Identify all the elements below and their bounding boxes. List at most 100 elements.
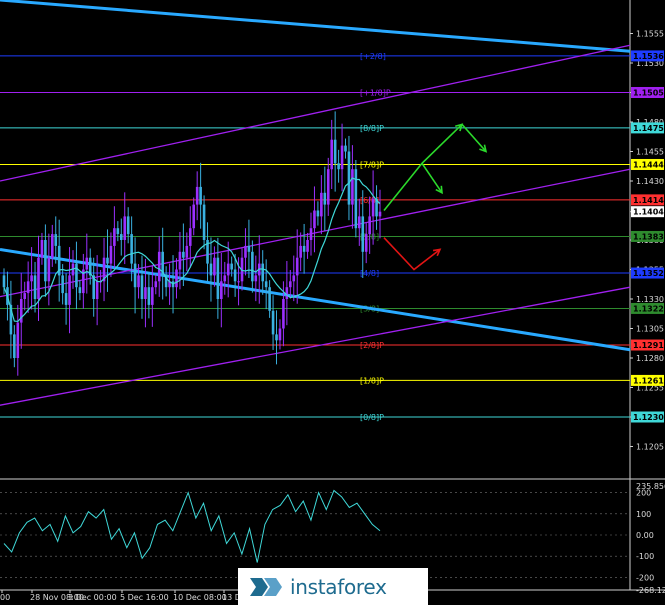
candle-body	[75, 263, 78, 288]
candle-body	[306, 240, 309, 252]
candle-body	[302, 245, 306, 252]
candle-body	[50, 234, 54, 258]
candle-body	[85, 257, 89, 270]
candle-body	[175, 269, 178, 288]
candle-body	[116, 228, 120, 235]
oscillator-tick-label: 200	[636, 489, 651, 498]
candle-body	[358, 216, 361, 229]
candle-body	[309, 228, 313, 240]
price-badge-text: 1.1291	[633, 341, 664, 350]
candle-body	[330, 139, 334, 170]
candle-body	[285, 287, 289, 299]
oscillator-tick-label: 100	[636, 510, 651, 519]
oscillator-tick-label: 0.00	[636, 531, 654, 540]
candle-body	[213, 257, 216, 276]
instaforex-logo-wordmark: instaforex	[290, 574, 387, 599]
time-tick-label: 3 Dec 00:00	[68, 593, 117, 602]
candle-body	[378, 211, 382, 217]
candle-body	[109, 245, 113, 264]
price-badge-text: 1.1230	[633, 413, 664, 422]
candle-body	[313, 210, 316, 229]
price-tick-label: 1.1305	[636, 325, 664, 334]
candle-body	[54, 234, 58, 246]
price-badge-text: 1.1414	[633, 196, 664, 205]
candle-body	[347, 151, 351, 205]
candle-body	[154, 281, 158, 288]
candle-body	[64, 293, 68, 305]
candle-body	[368, 216, 371, 235]
candle-body	[326, 169, 330, 205]
candle-body	[40, 240, 44, 258]
candle-body	[151, 287, 154, 305]
candle-body	[113, 228, 116, 246]
murrey-level-label: [2/8]P	[360, 341, 384, 350]
candle-body	[282, 299, 285, 329]
candle-body	[126, 216, 130, 235]
candle-body	[230, 263, 233, 270]
candle-body	[78, 287, 82, 294]
time-tick-label: 5 Dec 16:00	[120, 593, 169, 602]
candle-body	[123, 216, 127, 240]
candle-body	[292, 275, 296, 282]
murrey-level-label: [1/8]P	[360, 376, 384, 385]
candle-body	[188, 228, 192, 246]
candle-body	[251, 251, 254, 282]
price-badge-text: 1.1352	[633, 269, 664, 278]
candle-body	[13, 334, 16, 358]
candle-body	[295, 257, 299, 276]
oscillator-tick-label: -200	[636, 573, 654, 582]
candle-body	[133, 263, 137, 288]
murrey-level-label: [7/8]P	[360, 160, 384, 169]
candle-body	[130, 234, 133, 264]
candle-body	[237, 281, 240, 283]
murrey-level-label: [8/8]P	[360, 124, 384, 133]
candle-body	[316, 210, 320, 217]
candle-body	[2, 275, 6, 288]
candle-body	[185, 245, 189, 258]
candle-body	[144, 287, 147, 299]
murrey-level-label: [+2/8]	[360, 52, 386, 61]
price-badge-text: 1.1536	[633, 52, 664, 61]
candle-body	[364, 234, 368, 252]
candle-body	[233, 269, 237, 282]
candle-body	[323, 192, 327, 205]
candle-body	[137, 275, 140, 288]
price-badge-text: 1.1322	[633, 304, 664, 313]
candle-body	[16, 322, 20, 358]
price-badge-text: 1.1475	[633, 124, 664, 133]
candle-body	[216, 257, 220, 299]
candle-body	[299, 245, 302, 258]
candle-body	[254, 275, 258, 282]
candle-body	[226, 263, 230, 276]
candle-body	[354, 169, 358, 229]
candle-body	[344, 145, 347, 152]
price-tick-label: 1.1280	[636, 354, 664, 363]
candle-body	[23, 293, 26, 299]
candle-body	[371, 198, 375, 217]
candle-body	[278, 328, 282, 341]
candle-body	[275, 334, 278, 341]
murrey-level-label: [0/8]P	[360, 413, 384, 422]
candle-body	[220, 281, 223, 299]
candle-body	[261, 263, 265, 282]
price-badge-text: 1.1383	[633, 232, 664, 241]
oscillator-tick-label: -268.1211	[636, 586, 665, 595]
price-badge-text: 1.1444	[633, 160, 664, 169]
price-tick-label: 1.1430	[636, 177, 664, 186]
candle-body	[223, 275, 227, 282]
candle-body	[119, 234, 123, 240]
price-tick-label: 1.1455	[636, 148, 664, 157]
candle-body	[157, 251, 161, 282]
candle-body	[26, 281, 30, 294]
candle-body	[271, 310, 275, 335]
candle-body	[337, 163, 340, 170]
murrey-level-label: [+1/8]P	[360, 89, 391, 98]
oscillator-tick-label: -100	[636, 552, 654, 561]
candle-body	[61, 275, 64, 294]
price-badge-text: 1.1261	[633, 376, 664, 385]
candle-body	[340, 145, 344, 170]
instaforex-logo-icon	[250, 577, 282, 596]
candle-body	[44, 240, 47, 282]
time-tick-label: 00	[0, 593, 10, 602]
candle-body	[68, 275, 71, 305]
